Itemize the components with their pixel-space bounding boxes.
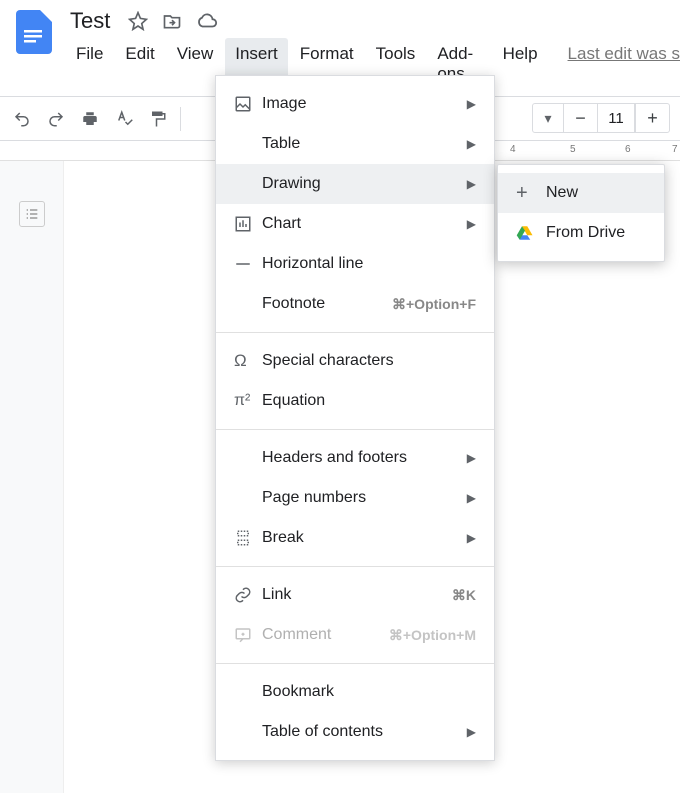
insert-special-chars[interactable]: Ω Special characters [216, 341, 494, 381]
insert-equation[interactable]: π² Equation [216, 381, 494, 421]
insert-pn-label: Page numbers [262, 489, 467, 507]
insert-bookmark-label: Bookmark [262, 683, 476, 701]
ruler-tick: 7 [672, 144, 678, 155]
insert-drawing[interactable]: Drawing ▶ [216, 164, 494, 204]
insert-horizontal-line[interactable]: Horizontal line [216, 244, 494, 284]
insert-hline-label: Horizontal line [262, 255, 476, 273]
insert-equation-label: Equation [262, 392, 476, 410]
omega-icon: Ω [234, 351, 262, 371]
insert-chart[interactable]: Chart ▶ [216, 204, 494, 244]
insert-break-label: Break [262, 529, 467, 547]
paint-format-icon[interactable] [142, 103, 174, 135]
insert-table-label: Table [262, 135, 467, 153]
docs-app-icon[interactable] [12, 8, 56, 56]
drawing-new[interactable]: + New [498, 173, 664, 213]
menu-file[interactable]: File [66, 38, 113, 90]
insert-toc[interactable]: Table of contents ▶ [216, 712, 494, 752]
insert-comment-label: Comment [262, 626, 389, 644]
ruler-tick: 6 [625, 144, 631, 155]
chevron-right-icon: ▶ [467, 451, 476, 465]
insert-headers-footers[interactable]: Headers and footers ▶ [216, 438, 494, 478]
menu-separator [216, 663, 494, 664]
insert-drawing-label: Drawing [262, 175, 467, 193]
drawing-from-drive[interactable]: From Drive [498, 213, 664, 253]
font-size-decrease[interactable]: − [563, 104, 597, 132]
chevron-right-icon: ▶ [467, 217, 476, 231]
chart-icon [234, 215, 262, 233]
comment-shortcut: ⌘+Option+M [389, 627, 476, 644]
insert-hf-label: Headers and footers [262, 449, 467, 467]
chevron-right-icon: ▶ [467, 491, 476, 505]
font-dropdown-icon[interactable]: ▾ [533, 104, 563, 132]
font-size-value[interactable]: 11 [597, 104, 635, 132]
insert-table[interactable]: Table ▶ [216, 124, 494, 164]
chevron-right-icon: ▶ [467, 177, 476, 191]
drawing-new-label: New [546, 184, 578, 202]
pi-icon: π² [234, 392, 262, 410]
drawing-from-drive-label: From Drive [546, 224, 625, 242]
break-icon [234, 529, 262, 547]
link-icon [234, 586, 262, 604]
insert-footnote[interactable]: Footnote ⌘+Option+F [216, 284, 494, 324]
outline-icon[interactable] [19, 201, 45, 227]
chevron-right-icon: ▶ [467, 97, 476, 111]
insert-page-numbers[interactable]: Page numbers ▶ [216, 478, 494, 518]
document-title[interactable]: Test [66, 8, 114, 34]
ruler-tick: 5 [570, 144, 576, 155]
chevron-right-icon: ▶ [467, 137, 476, 151]
insert-break[interactable]: Break ▶ [216, 518, 494, 558]
spellcheck-icon[interactable] [108, 103, 140, 135]
drawing-submenu: + New From Drive [497, 164, 665, 262]
font-size-increase[interactable]: + [635, 104, 669, 132]
chevron-right-icon: ▶ [467, 725, 476, 739]
chevron-right-icon: ▶ [467, 531, 476, 545]
insert-link[interactable]: Link ⌘K [216, 575, 494, 615]
insert-link-label: Link [262, 586, 452, 604]
image-icon [234, 95, 262, 113]
insert-toc-label: Table of contents [262, 723, 467, 741]
insert-image[interactable]: Image ▶ [216, 84, 494, 124]
outline-gutter [0, 161, 64, 793]
last-edit-link[interactable]: Last edit was s [568, 38, 680, 90]
menu-separator [216, 429, 494, 430]
print-icon[interactable] [74, 103, 106, 135]
menu-edit[interactable]: Edit [115, 38, 164, 90]
undo-icon[interactable] [6, 103, 38, 135]
horizontal-line-icon [234, 255, 262, 273]
plus-icon: + [516, 182, 546, 205]
toolbar-separator [180, 107, 181, 131]
insert-dropdown: Image ▶ Table ▶ Drawing ▶ Chart ▶ Horizo… [215, 75, 495, 761]
redo-icon[interactable] [40, 103, 72, 135]
insert-special-label: Special characters [262, 352, 476, 370]
font-size-control: ▾ − 11 + [532, 103, 670, 133]
menu-help[interactable]: Help [493, 38, 548, 90]
comment-icon [234, 626, 262, 644]
insert-comment: Comment ⌘+Option+M [216, 615, 494, 655]
insert-chart-label: Chart [262, 215, 467, 233]
ruler-tick: 4 [510, 144, 516, 155]
cloud-status-icon[interactable] [196, 10, 218, 32]
move-icon[interactable] [162, 11, 182, 31]
footnote-shortcut: ⌘+Option+F [392, 296, 476, 313]
link-shortcut: ⌘K [452, 587, 476, 604]
insert-footnote-label: Footnote [262, 295, 392, 313]
menu-separator [216, 566, 494, 567]
insert-bookmark[interactable]: Bookmark [216, 672, 494, 712]
insert-image-label: Image [262, 95, 467, 113]
menu-separator [216, 332, 494, 333]
star-icon[interactable] [128, 11, 148, 31]
drive-icon [516, 224, 546, 242]
